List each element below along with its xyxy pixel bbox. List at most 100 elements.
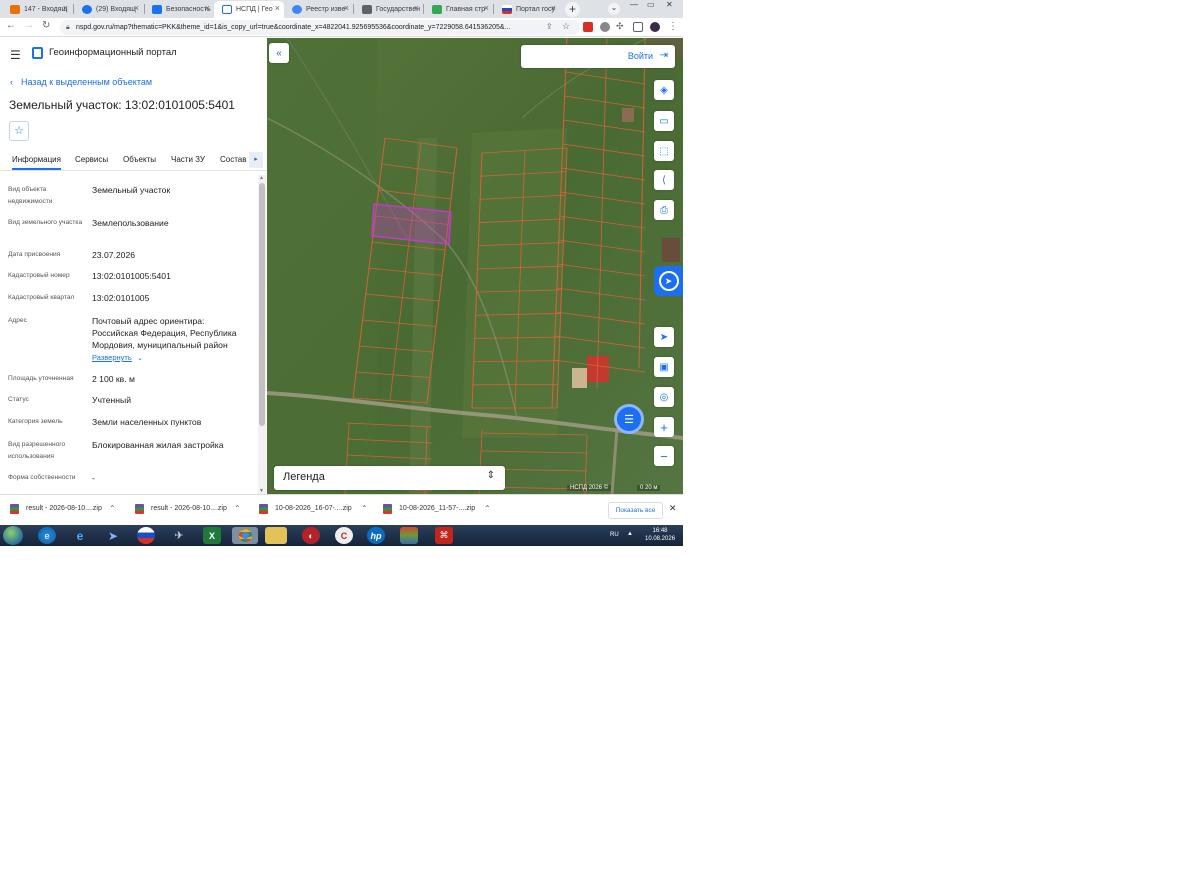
start-button[interactable]: [3, 526, 23, 545]
chevron-up-icon[interactable]: ⌃: [109, 504, 116, 513]
legend-dropdown[interactable]: Легенда ⇕: [274, 466, 505, 490]
forward-icon[interactable]: →: [24, 20, 34, 31]
close-icon[interactable]: ×: [551, 3, 556, 13]
property-value: Земельный участок: [92, 185, 171, 195]
address-bar[interactable]: 🔒︎ nspd.gov.ru/map?thematic=PKK&theme_id…: [60, 20, 580, 35]
input-language[interactable]: RU: [610, 532, 619, 538]
expand-address-link[interactable]: Развернуть ⌄: [92, 351, 252, 365]
folder-icon[interactable]: [265, 527, 287, 544]
circle-app-icon[interactable]: C: [335, 527, 353, 544]
close-icon[interactable]: ✕: [669, 503, 677, 514]
ruler-icon[interactable]: ▭: [654, 111, 674, 131]
profile-avatar[interactable]: [650, 22, 660, 32]
extension-icon[interactable]: [583, 22, 593, 32]
portal-logo-icon: [32, 47, 43, 59]
excel-icon[interactable]: X: [203, 527, 221, 544]
close-icon[interactable]: ×: [275, 3, 280, 13]
zoom-in-button[interactable]: +: [654, 417, 674, 437]
chat-icon[interactable]: ☰: [614, 404, 644, 434]
browser-tab-active[interactable]: НСПД | Гео ×: [214, 1, 284, 18]
download-item[interactable]: result - 2026-08-10....zip ⌃: [135, 503, 250, 517]
extension-icon[interactable]: [600, 22, 610, 32]
back-to-selection-link[interactable]: ‹ Назад к выделенным объектам: [10, 77, 152, 87]
hamburger-menu-icon[interactable]: ☰: [10, 48, 21, 62]
puzzle-icon[interactable]: ✣: [616, 21, 624, 32]
close-icon[interactable]: ×: [134, 3, 139, 13]
panel-scrollbar[interactable]: ▲ ▼: [258, 175, 266, 494]
tab-title: Реестр изве: [306, 6, 346, 13]
nspd-assistant-button[interactable]: ➤: [654, 266, 683, 296]
search-location-icon[interactable]: ◎: [654, 387, 674, 407]
chevron-up-icon[interactable]: ⌃: [484, 504, 491, 513]
arrow-app-icon[interactable]: ➤: [104, 527, 122, 544]
minimap-icon[interactable]: ▣: [654, 357, 674, 377]
window-close-icon[interactable]: ✕: [666, 0, 673, 9]
back-icon[interactable]: ←: [6, 20, 16, 31]
chevron-up-icon[interactable]: ⌃: [361, 504, 368, 513]
tabs-scroll-right-button[interactable]: ▸: [249, 152, 263, 168]
browser-tab[interactable]: (29) Входящ ×: [74, 1, 143, 18]
close-icon[interactable]: ×: [414, 3, 419, 13]
ie-icon[interactable]: e: [71, 527, 89, 544]
property-label: Статус: [8, 396, 29, 403]
select-area-icon[interactable]: ⬚: [654, 141, 674, 161]
close-icon[interactable]: ×: [63, 3, 68, 13]
browser-tab[interactable]: Безопасность ×: [144, 1, 214, 18]
browser-tab[interactable]: Государствен ×: [354, 1, 423, 18]
download-item[interactable]: 10-08-2026_16-07-....zip ⌃: [259, 503, 374, 517]
red-app-icon[interactable]: ◐: [302, 527, 320, 544]
browser-tab[interactable]: Портал госу ×: [494, 1, 560, 18]
menu-icon[interactable]: ⋮: [668, 21, 678, 32]
tab-composition[interactable]: Состав: [220, 155, 247, 164]
share-icon[interactable]: ⟨: [654, 170, 674, 190]
plane-icon[interactable]: ✈: [170, 527, 188, 544]
new-tab-button[interactable]: +: [565, 2, 580, 17]
scroll-thumb[interactable]: [259, 183, 265, 426]
geolocation-icon[interactable]: ➤: [654, 327, 674, 347]
tray-expand-icon[interactable]: ▲: [627, 531, 633, 537]
close-icon[interactable]: ×: [484, 3, 489, 13]
download-item[interactable]: 10-08-2026_11-57-....zip ⌃: [383, 503, 498, 517]
close-icon[interactable]: ×: [205, 3, 210, 13]
maximize-icon[interactable]: ▭: [647, 0, 655, 9]
browser-tab[interactable]: 147 - Входящ ×: [2, 1, 72, 18]
print-icon[interactable]: ⎙: [654, 200, 674, 220]
tab-services[interactable]: Сервисы: [75, 155, 108, 164]
browser-tab[interactable]: Реестр изве ×: [284, 1, 353, 18]
tab-parts[interactable]: Части ЗУ: [171, 155, 205, 164]
hp-icon[interactable]: hp: [367, 527, 385, 544]
collapse-panel-button[interactable]: «: [269, 43, 289, 63]
layers-icon[interactable]: ◈: [654, 80, 674, 100]
property-value: 23.07.2026: [92, 250, 136, 260]
clock[interactable]: 16:48 10.08.2026: [645, 527, 675, 543]
login-button[interactable]: Войти ⇥: [521, 45, 675, 68]
zoom-out-button[interactable]: −: [654, 446, 674, 466]
tab-search-icon[interactable]: ⌄: [608, 3, 620, 15]
minimize-icon[interactable]: —: [630, 0, 638, 9]
sidepanel-icon[interactable]: [633, 22, 643, 32]
browser-tab[interactable]: Главная стр ×: [424, 1, 493, 18]
favorite-star-button[interactable]: ☆: [9, 121, 29, 141]
reload-icon[interactable]: ↻: [42, 20, 50, 31]
tab-objects[interactable]: Объекты: [123, 155, 156, 164]
edge-icon[interactable]: e: [38, 527, 56, 544]
russia-flag-app-icon[interactable]: [137, 527, 155, 544]
download-item[interactable]: result - 2026-08-10....zip ⌃: [10, 503, 125, 517]
portal-title: Геоинформационный портал: [49, 47, 177, 58]
show-all-downloads-button[interactable]: Показать все: [608, 502, 663, 519]
property-label: Вид земельного участка: [8, 219, 83, 226]
map-view[interactable]: « Войти ⇥ ◈ ▭ ⬚ ⟨ ⎙ ➤ ➤ ▣ ◎ + − ☰ Легенд…: [267, 38, 683, 494]
tab-title: 147 - Входящ: [24, 6, 68, 13]
close-icon[interactable]: ×: [344, 3, 349, 13]
pdf-icon[interactable]: ⌘: [435, 527, 453, 544]
bookmark-star-icon[interactable]: ☆: [562, 21, 570, 32]
share-icon[interactable]: ⇪: [546, 22, 553, 31]
scroll-up-icon[interactable]: ▲: [259, 175, 264, 181]
chrome-icon[interactable]: [232, 527, 258, 544]
tab-information[interactable]: Информация: [12, 155, 61, 170]
archiver-icon[interactable]: [400, 527, 418, 544]
object-info-panel: ☰ Геоинформационный портал ‹ Назад к выде…: [0, 38, 267, 494]
info-tabs: Информация Сервисы Объекты Части ЗУ Сост…: [0, 151, 267, 171]
chevron-up-icon[interactable]: ⌃: [234, 504, 241, 513]
gov-icon: [362, 5, 372, 14]
